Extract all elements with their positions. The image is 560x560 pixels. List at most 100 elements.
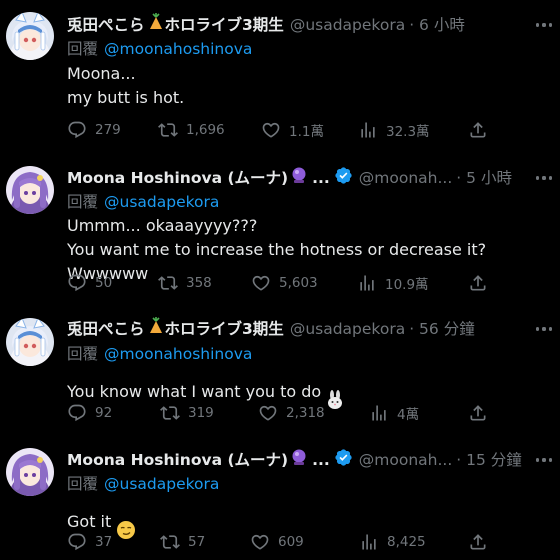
like-count: 2,318 xyxy=(286,405,325,421)
like-count: 609 xyxy=(278,534,304,550)
timestamp[interactable]: · 15 分鐘 xyxy=(456,449,522,471)
speech-bubble-icon xyxy=(67,120,87,140)
repost-count: 57 xyxy=(188,534,206,550)
avatar[interactable] xyxy=(6,448,54,496)
views-button[interactable]: 10.9萬 xyxy=(357,271,429,295)
tweet-1[interactable]: 兎田ぺこら ホロライブ3期生 @usadapekora · 6 小時 回覆 @mo… xyxy=(0,0,560,152)
repost-arrows-icon xyxy=(160,532,180,552)
like-button[interactable]: 2,318 xyxy=(258,401,325,425)
user-handle[interactable]: @moonah... xyxy=(359,167,453,189)
reply-count: 50 xyxy=(95,275,113,291)
action-bar: 37 57 609 8,425 xyxy=(67,530,560,554)
reply-label: 回覆 xyxy=(67,345,99,363)
reply-count: 92 xyxy=(95,405,113,421)
share-upload-icon xyxy=(468,403,488,423)
reply-context: 回覆 @usadapekora xyxy=(67,191,219,213)
share-button[interactable] xyxy=(468,271,488,295)
repost-button[interactable]: 57 xyxy=(160,530,205,554)
like-count: 5,603 xyxy=(279,275,318,291)
reply-label: 回覆 xyxy=(67,40,99,58)
more-dots-icon[interactable] xyxy=(534,167,554,189)
speech-bubble-icon xyxy=(67,403,87,423)
repost-arrows-icon xyxy=(158,120,178,140)
share-upload-icon xyxy=(468,273,488,293)
share-button[interactable] xyxy=(468,530,488,554)
display-name-suffix: ... xyxy=(312,451,330,469)
reply-to-handle[interactable]: @moonahoshinova xyxy=(104,345,252,363)
tweet-text: Moona... my butt is hot. xyxy=(67,64,185,107)
view-count: 4萬 xyxy=(397,407,420,423)
like-button[interactable]: 609 xyxy=(250,530,304,554)
bar-chart-icon xyxy=(358,120,378,140)
views-button[interactable]: 32.3萬 xyxy=(358,118,430,142)
timestamp[interactable]: · 56 分鐘 xyxy=(409,318,475,340)
reply-label: 回覆 xyxy=(67,475,99,493)
speech-bubble-icon xyxy=(67,273,87,293)
avatar[interactable] xyxy=(6,318,54,366)
bar-chart-icon xyxy=(357,273,377,293)
heart-icon xyxy=(258,403,278,423)
repost-button[interactable]: 1,696 xyxy=(158,118,225,142)
avatar[interactable] xyxy=(6,12,54,60)
share-upload-icon xyxy=(468,532,488,552)
heart-icon xyxy=(261,120,281,140)
share-upload-icon xyxy=(468,120,488,140)
timestamp[interactable]: · 5 小時 xyxy=(456,167,512,189)
action-bar: 92 319 2,318 4萬 xyxy=(67,401,560,425)
share-button[interactable] xyxy=(468,401,488,425)
reply-button[interactable]: 279 xyxy=(67,118,121,142)
display-name-suffix: ... xyxy=(312,169,330,187)
user-handle[interactable]: @usadapekora xyxy=(290,318,405,340)
heart-icon xyxy=(250,532,270,552)
display-name[interactable]: Moona Hoshinova (ムーナ) xyxy=(67,449,288,471)
repost-count: 319 xyxy=(188,405,214,421)
reply-context: 回覆 @moonahoshinova xyxy=(67,343,252,365)
views-button[interactable]: 4萬 xyxy=(369,401,419,425)
repost-button[interactable]: 319 xyxy=(160,401,214,425)
repost-count: 1,696 xyxy=(186,122,225,138)
heart-icon xyxy=(251,273,271,293)
tweet-2[interactable]: Moona Hoshinova (ムーナ) ... @moonah... · 5… xyxy=(0,152,560,304)
timestamp[interactable]: · 6 小時 xyxy=(409,14,465,36)
reply-context: 回覆 @usadapekora xyxy=(67,473,219,495)
repost-arrows-icon xyxy=(158,273,178,293)
reply-button[interactable]: 50 xyxy=(67,271,112,295)
reply-to-handle[interactable]: @usadapekora xyxy=(104,193,219,211)
more-dots-icon[interactable] xyxy=(534,449,554,471)
crystal-ball-emoji-icon xyxy=(290,448,308,472)
tweet-4[interactable]: Moona Hoshinova (ムーナ) ... @moonah... · 1… xyxy=(0,434,560,560)
share-button[interactable] xyxy=(468,118,488,142)
action-bar: 279 1,696 1.1萬 32.3萬 xyxy=(67,118,560,142)
view-count: 10.9萬 xyxy=(385,277,429,293)
more-dots-icon[interactable] xyxy=(534,14,554,36)
action-bar: 50 358 5,603 10.9萬 xyxy=(67,271,560,295)
views-button[interactable]: 8,425 xyxy=(359,530,426,554)
display-name[interactable]: 兎田ぺこら xyxy=(67,318,145,340)
reply-count: 279 xyxy=(95,122,121,138)
like-button[interactable]: 5,603 xyxy=(251,271,318,295)
like-button[interactable]: 1.1萬 xyxy=(261,118,324,142)
display-name[interactable]: 兎田ぺこら xyxy=(67,14,145,36)
repost-button[interactable]: 358 xyxy=(158,271,212,295)
display-name[interactable]: Moona Hoshinova (ムーナ) xyxy=(67,167,288,189)
more-dots-icon[interactable] xyxy=(534,318,554,340)
tweet-text: You know what I want you to do xyxy=(67,381,322,401)
verified-badge-icon xyxy=(334,166,353,191)
crystal-ball-emoji-icon xyxy=(290,166,308,190)
display-name-suffix: ホロライブ3期生 xyxy=(164,320,284,338)
tweet-3[interactable]: 兎田ぺこら ホロライブ3期生 @usadapekora · 56 分鐘 回覆 @m… xyxy=(0,304,560,434)
reply-to-handle[interactable]: @moonahoshinova xyxy=(104,40,252,58)
avatar[interactable] xyxy=(6,166,54,214)
reply-to-handle[interactable]: @usadapekora xyxy=(104,475,219,493)
repost-count: 358 xyxy=(186,275,212,291)
view-count: 32.3萬 xyxy=(386,124,430,140)
carrot-emoji-icon xyxy=(147,317,165,341)
reply-button[interactable]: 37 xyxy=(67,530,112,554)
bar-chart-icon xyxy=(359,532,379,552)
reply-label: 回覆 xyxy=(67,193,99,211)
user-handle[interactable]: @usadapekora xyxy=(290,14,405,36)
display-name-suffix: ホロライブ3期生 xyxy=(164,16,284,34)
reply-button[interactable]: 92 xyxy=(67,401,112,425)
speech-bubble-icon xyxy=(67,532,87,552)
user-handle[interactable]: @moonah... xyxy=(359,449,453,471)
